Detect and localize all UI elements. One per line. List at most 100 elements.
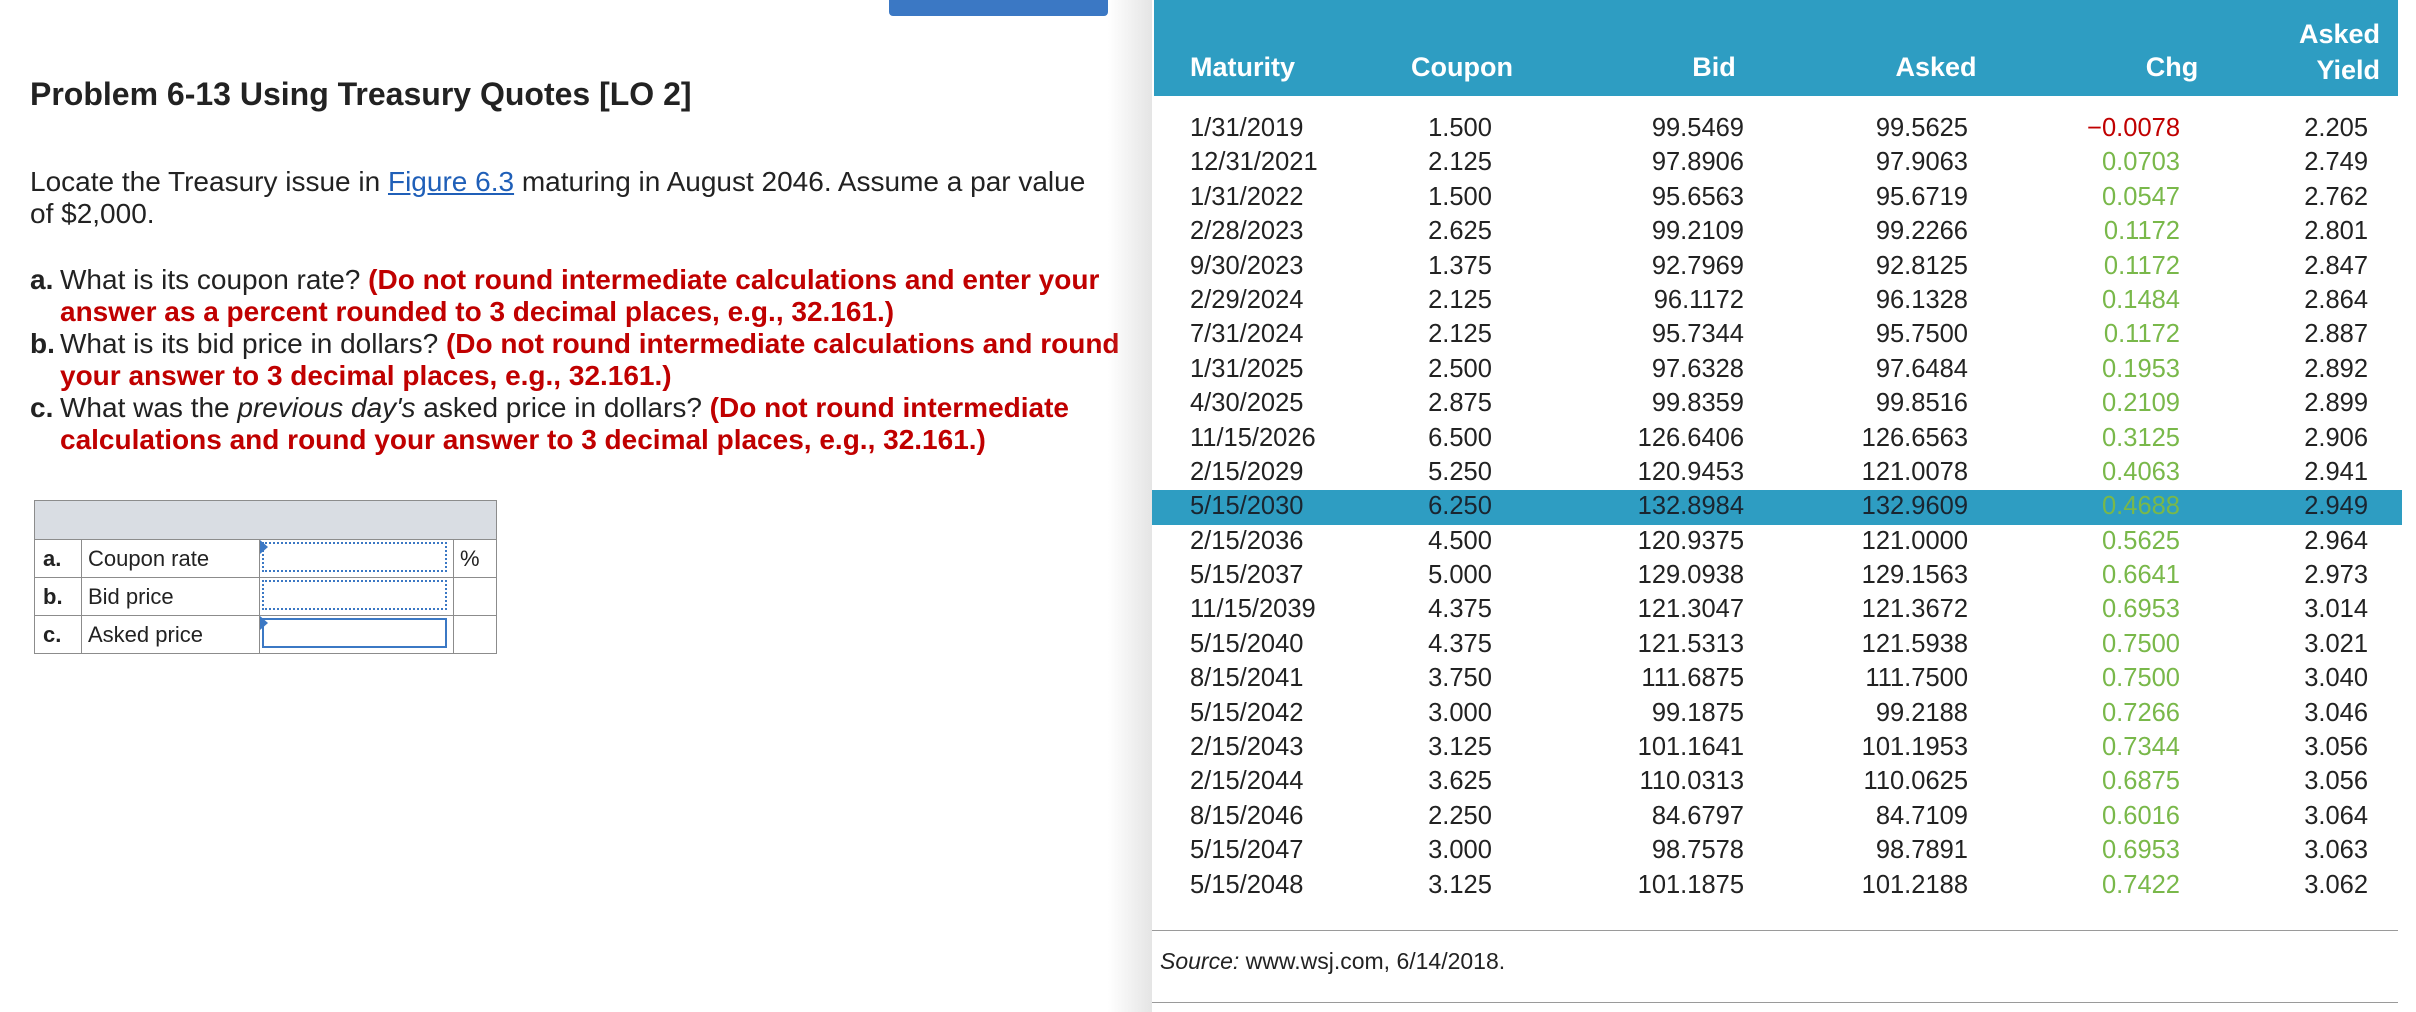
treasury-figure: Maturity Coupon Bid Asked Chg Asked Yield… <box>1152 0 2416 1012</box>
cell-chg: 0.0547 <box>2102 182 2180 211</box>
cell-coupon: 4.500 <box>1428 526 1492 555</box>
question-text: What is its bid price in dollars? <box>60 328 446 359</box>
cell-asked: 84.7109 <box>1875 801 1968 830</box>
cell-maturity: 2/15/2043 <box>1190 733 1304 762</box>
source-text: www.wsj.com, 6/14/2018. <box>1239 948 1506 974</box>
cell-yield: 2.973 <box>2304 561 2368 590</box>
cell-maturity: 2/29/2024 <box>1190 285 1304 314</box>
answer-cell <box>259 615 454 654</box>
cell-bid: 121.3047 <box>1637 595 1744 624</box>
cell-bid: 92.7969 <box>1651 251 1744 280</box>
cell-asked: 101.2188 <box>1861 870 1968 899</box>
table-row: 1/31/2022 1.500 95.6563 95.6719 0.0547 2.762 <box>1152 181 2402 215</box>
table-row: 5/15/2047 3.000 98.7578 98.7891 0.6953 3.063 <box>1152 834 2402 868</box>
cell-maturity: 1/31/2025 <box>1190 354 1304 383</box>
cell-maturity: 2/15/2044 <box>1190 767 1304 796</box>
cell-coupon: 3.000 <box>1428 698 1492 727</box>
cell-asked: 95.7500 <box>1875 320 1968 349</box>
cell-yield: 2.205 <box>2304 114 2368 142</box>
flag-icon <box>260 616 268 630</box>
table-row: 12/31/2021 2.125 97.8906 97.9063 0.0703 2.749 <box>1152 146 2402 180</box>
cell-coupon: 2.875 <box>1428 389 1492 418</box>
cell-coupon: 2.125 <box>1428 285 1492 314</box>
cell-asked: 132.9609 <box>1861 492 1968 521</box>
cell-maturity: 5/15/2048 <box>1190 870 1304 899</box>
cell-asked: 99.8516 <box>1875 389 1968 418</box>
cell-coupon: 3.125 <box>1428 733 1492 762</box>
table-row: 9/30/2023 1.375 92.7969 92.8125 0.1172 2.847 <box>1152 250 2402 284</box>
coupon-rate-input[interactable] <box>262 542 447 572</box>
cell-bid: 110.0313 <box>1639 767 1744 796</box>
answer-table: a. Coupon rate % b. Bid price c. Asked p… <box>34 500 497 654</box>
top-button[interactable] <box>889 0 1108 16</box>
cell-maturity: 5/15/2042 <box>1190 698 1304 727</box>
cell-bid: 101.1875 <box>1637 870 1744 899</box>
table-row: 1/31/2019 1.500 99.5469 99.5625 −0.0078 2.205 <box>1152 112 2402 146</box>
cell-coupon: 2.625 <box>1428 217 1492 246</box>
question-text-after: asked price in dollars? <box>415 392 710 423</box>
cell-bid: 126.6406 <box>1637 423 1744 452</box>
cell-yield: 3.021 <box>2304 629 2368 658</box>
cell-maturity: 2/15/2036 <box>1190 526 1304 555</box>
source-note: Source: www.wsj.com, 6/14/2018. <box>1160 948 1505 975</box>
answer-unit: % <box>453 539 497 578</box>
cell-yield: 2.847 <box>2304 251 2368 280</box>
cell-bid: 129.0938 <box>1637 561 1744 590</box>
header-yield-line1: Asked <box>2298 19 2380 49</box>
cell-bid: 111.6875 <box>1641 664 1744 693</box>
bid-price-input[interactable] <box>262 580 447 610</box>
cell-yield: 3.046 <box>2304 698 2368 727</box>
cell-yield: 3.064 <box>2304 801 2368 830</box>
cell-maturity: 7/31/2024 <box>1190 320 1304 349</box>
question-letter: b. <box>30 328 55 359</box>
table-row: 8/15/2046 2.250 84.6797 84.7109 0.6016 3.064 <box>1152 800 2402 834</box>
cell-asked: 98.7891 <box>1875 836 1968 865</box>
cell-yield: 2.801 <box>2304 217 2368 246</box>
question-list: a. What is its coupon rate? (Do not roun… <box>30 264 1120 456</box>
asked-price-input[interactable] <box>262 618 447 648</box>
header-yield-line2: Yield <box>2316 55 2380 85</box>
cell-coupon: 1.500 <box>1428 182 1492 211</box>
cell-bid: 120.9375 <box>1637 526 1744 555</box>
answer-row-letter: a. <box>34 539 82 578</box>
figure-link[interactable]: Figure 6.3 <box>388 166 514 197</box>
answer-table-header-cell <box>34 500 497 540</box>
cell-bid: 99.8359 <box>1651 389 1744 418</box>
table-row: 4/30/2025 2.875 99.8359 99.8516 0.2109 2.899 <box>1152 387 2402 421</box>
table-row-highlighted: 5/15/2030 6.250 132.8984 132.9609 0.4688 2.94… <box>1152 490 2402 525</box>
cell-chg: 0.3125 <box>2102 423 2180 452</box>
cell-asked: 121.5938 <box>1861 629 1968 658</box>
cell-chg: 0.6016 <box>2102 801 2180 830</box>
cell-chg: 0.7422 <box>2102 870 2180 899</box>
problem-title: Problem 6-13 Using Treasury Quotes [LO 2… <box>30 76 692 112</box>
cell-chg: 0.7500 <box>2102 629 2180 658</box>
cell-bid: 97.6328 <box>1651 354 1744 383</box>
cell-chg: 0.6641 <box>2102 561 2180 590</box>
cell-asked: 99.5625 <box>1875 114 1968 142</box>
cell-coupon: 4.375 <box>1428 629 1492 658</box>
cell-bid: 95.7344 <box>1651 320 1744 349</box>
cell-maturity: 5/15/2037 <box>1190 561 1304 590</box>
cell-chg: 0.1172 <box>2103 320 2180 349</box>
table-row: 7/31/2024 2.125 95.7344 95.7500 0.1172 2.887 <box>1152 318 2402 352</box>
cell-maturity: 8/15/2046 <box>1190 801 1304 830</box>
table-row: 2/15/2036 4.500 120.9375 121.0000 0.5625 2.96… <box>1152 525 2402 559</box>
cell-yield: 2.941 <box>2304 457 2368 486</box>
cell-bid: 99.5469 <box>1651 114 1744 142</box>
cell-asked: 97.6484 <box>1875 354 1968 383</box>
cell-coupon: 3.125 <box>1428 870 1492 899</box>
cell-bid: 95.6563 <box>1651 182 1744 211</box>
cell-bid: 98.7578 <box>1651 836 1744 865</box>
cell-coupon: 3.625 <box>1428 767 1492 796</box>
cell-coupon: 5.000 <box>1428 561 1492 590</box>
question-c: c. What was the previous day's asked pri… <box>30 392 1120 456</box>
cell-chg: −0.0078 <box>2087 114 2180 142</box>
cell-yield: 2.906 <box>2304 423 2368 452</box>
pane-divider <box>1108 0 1154 1012</box>
cell-maturity: 8/15/2041 <box>1190 664 1304 693</box>
cell-coupon: 4.375 <box>1428 595 1492 624</box>
cell-asked: 121.3672 <box>1861 595 1968 624</box>
cell-yield: 2.949 <box>2304 492 2368 521</box>
cell-chg: 0.6953 <box>2102 836 2180 865</box>
cell-chg: 0.1172 <box>2103 251 2180 280</box>
